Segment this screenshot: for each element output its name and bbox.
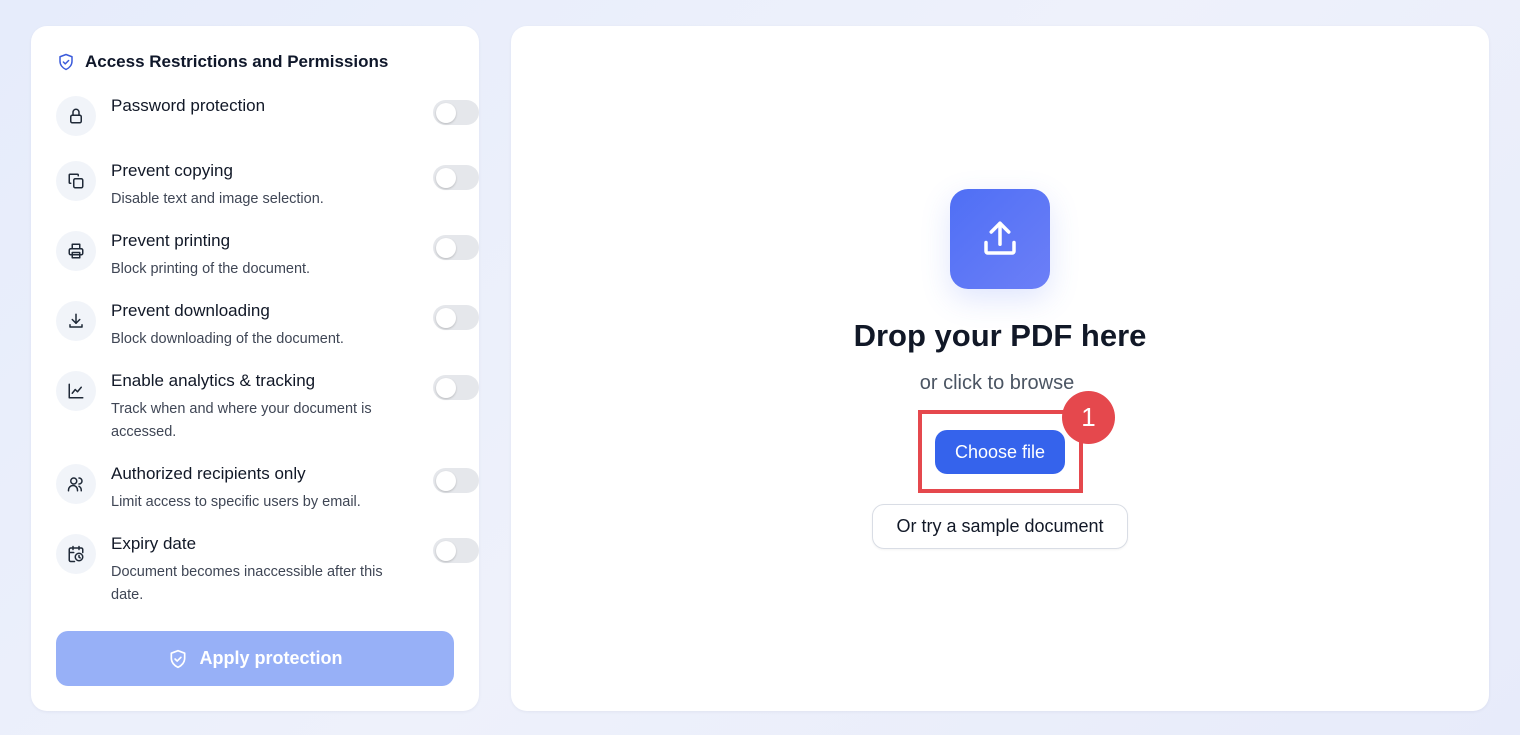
shield-check-icon [57, 53, 75, 71]
shield-check-icon [168, 649, 188, 669]
option-description: Track when and where your document is ac… [111, 401, 372, 440]
try-sample-document-button[interactable]: Or try a sample document [872, 504, 1128, 549]
option-label: Enable analytics & tracking [111, 371, 316, 390]
option-label: Prevent downloading [111, 301, 270, 320]
upload-icon [950, 189, 1050, 289]
choose-file-button[interactable]: Choose file [935, 430, 1065, 474]
toggle-knob [436, 102, 456, 123]
users-icon [56, 464, 96, 504]
apply-protection-label: Apply protection [199, 648, 343, 668]
toggle-expiry-date[interactable] [433, 538, 479, 563]
calendar-clock-icon [56, 534, 96, 574]
option-description: Block printing of the document. [111, 261, 311, 277]
panel-header: Access Restrictions and Permissions [57, 52, 388, 72]
annotation-badge: 1 [1062, 391, 1115, 444]
toggle-prevent-printing[interactable] [433, 235, 479, 260]
toggle-authorized-recipients[interactable] [433, 468, 479, 493]
option-label: Prevent printing [111, 231, 231, 250]
printer-icon [56, 231, 96, 271]
option-label: Prevent copying [111, 161, 233, 180]
chart-icon [56, 371, 96, 411]
option-description: Disable text and image selection. [111, 191, 324, 207]
option-label: Expiry date [111, 534, 197, 553]
copy-icon [56, 161, 96, 201]
toggle-knob [436, 237, 456, 258]
option-description: Limit access to specific users by email. [111, 494, 361, 510]
upload-dropzone[interactable]: Drop your PDF here or click to browse Ch… [511, 26, 1489, 711]
apply-protection-button[interactable]: Apply protection [56, 631, 454, 686]
panel-title: Access Restrictions and Permissions [85, 52, 389, 71]
option-label: Authorized recipients only [111, 464, 306, 483]
toggle-knob [436, 307, 456, 328]
toggle-password-protection[interactable] [433, 100, 479, 125]
toggle-prevent-downloading[interactable] [433, 305, 479, 330]
lock-icon [56, 96, 96, 136]
toggle-knob [436, 540, 456, 561]
dropzone-title: Drop your PDF here [853, 318, 1147, 353]
download-icon [56, 301, 96, 341]
toggle-analytics-tracking[interactable] [433, 375, 479, 400]
dropzone-subtitle: or click to browse [919, 372, 1075, 394]
toggle-knob [436, 377, 456, 398]
settings-panel: Access Restrictions and Permissions Pass… [31, 26, 479, 711]
option-description: Document becomes inaccessible after this… [111, 564, 383, 603]
toggle-knob [436, 167, 456, 188]
option-description: Block downloading of the document. [111, 331, 344, 347]
option-label: Password protection [111, 96, 266, 115]
toggle-prevent-copying[interactable] [433, 165, 479, 190]
toggle-knob [436, 470, 456, 491]
